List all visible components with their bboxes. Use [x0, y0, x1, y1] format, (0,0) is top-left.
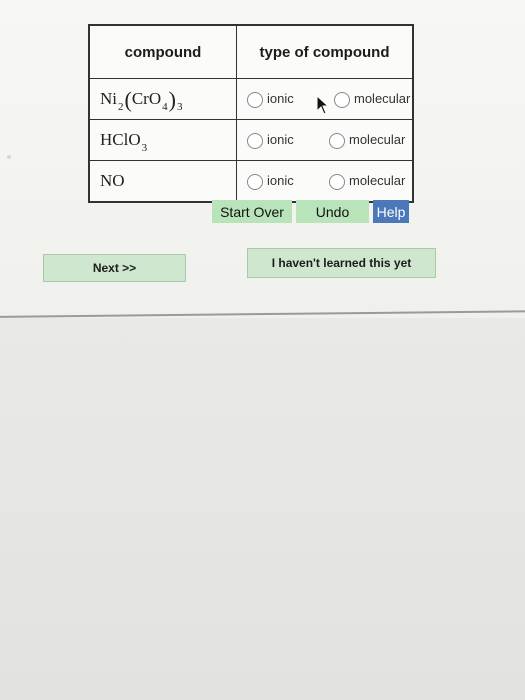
ionic-radio[interactable]: [247, 174, 263, 190]
formula-ni2cro43: Ni 2 ( CrO 4 ) 3: [100, 87, 183, 114]
compound-table: compound type of compound Ni 2 ( CrO 4 )…: [88, 24, 414, 203]
table-row: HClO 3 ionic molecular: [88, 119, 414, 161]
formula-subscript: 4: [162, 101, 168, 113]
formula-subscript: 3: [176, 101, 183, 113]
molecular-label[interactable]: molecular: [349, 132, 405, 147]
ionic-radio[interactable]: [247, 133, 263, 149]
table-header-row: compound type of compound: [88, 24, 414, 79]
decorative-dot: [7, 155, 11, 159]
compound-column-header: compound: [88, 24, 237, 79]
molecular-label[interactable]: molecular: [349, 173, 405, 188]
formula-part: Ni: [100, 89, 117, 108]
formula-no: NO: [100, 171, 125, 191]
formula-paren-close: ): [168, 87, 176, 112]
mouse-cursor-icon: [316, 95, 330, 115]
formula-paren-open: (: [124, 87, 132, 112]
ionic-label[interactable]: ionic: [267, 91, 294, 106]
formula-part: HClO: [100, 130, 141, 149]
table-row: Ni 2 ( CrO 4 ) 3 ionic molecular: [88, 78, 414, 120]
ionic-radio[interactable]: [247, 92, 263, 108]
formula-hclo3: HClO 3: [100, 130, 148, 154]
formula-subscript: 3: [141, 142, 148, 154]
molecular-label[interactable]: molecular: [354, 91, 410, 106]
ionic-label[interactable]: ionic: [267, 132, 294, 147]
havent-learned-button[interactable]: I haven't learned this yet: [247, 248, 436, 278]
start-over-button[interactable]: Start Over: [212, 200, 292, 223]
next-button[interactable]: Next >>: [43, 254, 186, 282]
table-row: NO ionic molecular: [88, 160, 414, 203]
formula-part: CrO: [131, 89, 162, 108]
formula-part: NO: [100, 171, 125, 190]
type-column-header: type of compound: [236, 24, 414, 79]
molecular-radio[interactable]: [334, 92, 350, 108]
molecular-radio[interactable]: [329, 174, 345, 190]
type-choice-cell: ionic molecular: [236, 119, 414, 161]
molecular-radio[interactable]: [329, 133, 345, 149]
type-choice-cell: ionic molecular: [236, 160, 414, 203]
formula-cell: HClO 3: [88, 119, 237, 161]
formula-cell: Ni 2 ( CrO 4 ) 3: [88, 78, 237, 120]
ionic-label[interactable]: ionic: [267, 173, 294, 188]
lower-panel: [0, 318, 525, 700]
help-button[interactable]: Help: [373, 200, 409, 223]
formula-cell: NO: [88, 160, 237, 203]
formula-subscript: 2: [118, 101, 124, 113]
undo-button[interactable]: Undo: [296, 200, 369, 223]
